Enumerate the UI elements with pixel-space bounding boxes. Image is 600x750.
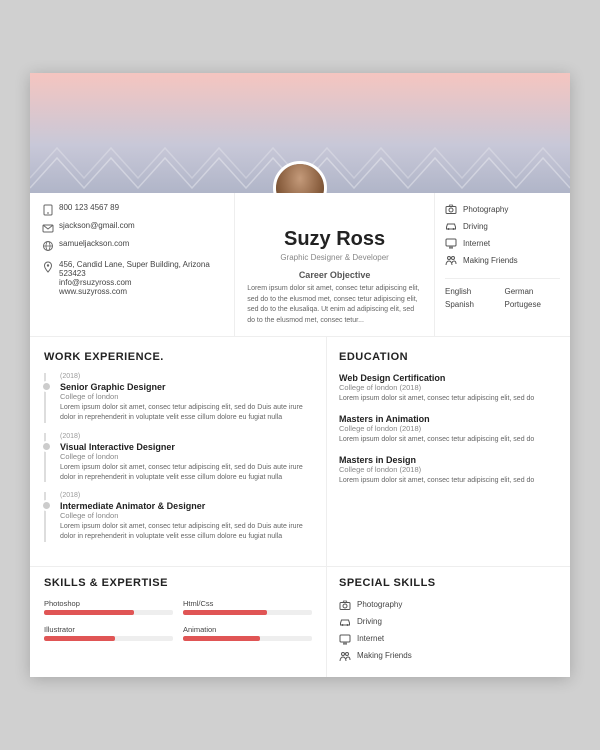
work-title: Senior Graphic Designer <box>60 382 312 392</box>
special-skills-heading: SPECIAL SKILLS <box>339 577 558 589</box>
special-skill-item: Photography <box>339 599 558 611</box>
car-icon <box>339 616 351 628</box>
career-heading: Career Objective <box>247 270 422 280</box>
edu-desc: Lorem ipsum dolor sit amet, consec tetur… <box>339 394 558 404</box>
edu-item: Masters in Animation College of london (… <box>339 414 558 445</box>
edu-desc: Lorem ipsum dolor sit amet, consec tetur… <box>339 435 558 445</box>
skill-item: Illustrator <box>44 625 173 641</box>
skills-section: SKILLS & EXPERTISE Photoshop Html/Css Il… <box>30 566 327 677</box>
work-title: Intermediate Animator & Designer <box>60 501 312 511</box>
camera-icon <box>445 203 457 215</box>
monitor-icon <box>339 633 351 645</box>
skill-bar-bg <box>44 610 173 615</box>
people-icon <box>339 650 351 662</box>
skill-bar-fill <box>44 636 115 641</box>
career-objective: Career Objective Lorem ipsum dolor sit a… <box>247 270 422 326</box>
language-item: English <box>445 287 501 296</box>
skill-item: Html/Css <box>183 599 312 615</box>
work-company: College of london <box>60 452 312 461</box>
center-column: Suzy Ross Graphic Designer & Developer C… <box>235 193 435 336</box>
work-desc: Lorem ipsum dolor sit amet, consec tetur… <box>60 522 312 542</box>
person-name: Suzy Ross <box>247 228 422 251</box>
globe-icon <box>42 240 54 252</box>
skills-heading: SKILLS & EXPERTISE <box>44 577 312 589</box>
edu-item: Web Design Certification College of lond… <box>339 373 558 404</box>
work-year: (2018) <box>60 433 312 440</box>
edu-title: Web Design Certification <box>339 373 558 383</box>
languages-section: EnglishGermanSpanishPortugese <box>445 278 560 309</box>
special-skill-item: Driving <box>339 616 558 628</box>
work-item: (2018) Visual Interactive Designer Colle… <box>44 433 312 483</box>
language-item: Spanish <box>445 300 501 309</box>
skill-label: Animation <box>183 625 312 634</box>
contact-email: sjackson@gmail.com <box>42 221 222 234</box>
special-skills-section: SPECIAL SKILLS Photography Driving Interne… <box>327 566 570 677</box>
car-icon <box>445 220 457 232</box>
skill-bar-fill <box>44 610 134 615</box>
edu-school: College of london (2018) <box>339 465 558 474</box>
skill-label: Photoshop <box>44 599 173 608</box>
skill-bar-fill <box>183 610 267 615</box>
work-year: (2018) <box>60 492 312 499</box>
resume-header <box>30 73 570 193</box>
edu-heading: EDUCATION <box>339 351 558 363</box>
edu-item: Masters in Design College of london (201… <box>339 455 558 486</box>
edu-school: College of london (2018) <box>339 424 558 433</box>
education-section: EDUCATION Web Design Certification Colle… <box>327 337 570 566</box>
top-body: 800 123 4567 89 sjackson@gmail.com samue… <box>30 193 570 337</box>
location-icon <box>42 261 54 273</box>
skill-bar-bg <box>44 636 173 641</box>
skill-bar-bg <box>183 610 312 615</box>
work-title: Visual Interactive Designer <box>60 442 312 452</box>
language-item: Portugese <box>504 300 560 309</box>
hobby-item: Making Friends <box>445 254 560 266</box>
skill-item: Photoshop <box>44 599 173 615</box>
work-item: (2018) Senior Graphic Designer College o… <box>44 373 312 423</box>
people-icon <box>445 254 457 266</box>
name-section: Suzy Ross Graphic Designer & Developer <box>247 228 422 262</box>
special-skill-item: Internet <box>339 633 558 645</box>
skill-label: Html/Css <box>183 599 312 608</box>
skill-item: Animation <box>183 625 312 641</box>
skill-bar-fill <box>183 636 260 641</box>
hobby-item: Internet <box>445 237 560 249</box>
skill-bar-bg <box>183 636 312 641</box>
contact-address: 456, Candid Lane, Super Building, Arizon… <box>42 260 222 296</box>
monitor-icon <box>445 237 457 249</box>
resume-container: 800 123 4567 89 sjackson@gmail.com samue… <box>30 73 570 677</box>
edu-title: Masters in Animation <box>339 414 558 424</box>
career-text: Lorem ipsum dolor sit amet, consec tetur… <box>247 284 422 326</box>
special-skill-item: Making Friends <box>339 650 558 662</box>
work-desc: Lorem ipsum dolor sit amet, consec tetur… <box>60 463 312 483</box>
work-experience-section: WORK EXPERIENCE. (2018) Senior Graphic D… <box>30 337 327 566</box>
bottom-row: SKILLS & EXPERTISE Photoshop Html/Css Il… <box>30 566 570 677</box>
contact-phone: 800 123 4567 89 <box>42 203 222 216</box>
hobby-item: Photography <box>445 203 560 215</box>
email-icon <box>42 222 54 234</box>
edu-title: Masters in Design <box>339 455 558 465</box>
contact-section: 800 123 4567 89 sjackson@gmail.com samue… <box>30 193 235 336</box>
camera-icon <box>339 599 351 611</box>
work-heading: WORK EXPERIENCE. <box>44 351 312 363</box>
right-column: Photography Driving Internet Making Friends… <box>435 193 570 336</box>
contact-website: samueljackson.com <box>42 239 222 252</box>
phone-icon <box>42 204 54 216</box>
edu-school: College of london (2018) <box>339 383 558 392</box>
work-company: College of london <box>60 392 312 401</box>
person-title: Graphic Designer & Developer <box>247 253 422 262</box>
hobbies-section: Photography Driving Internet Making Friends <box>445 203 560 266</box>
hobby-item: Driving <box>445 220 560 232</box>
skill-label: Illustrator <box>44 625 173 634</box>
edu-desc: Lorem ipsum dolor sit amet, consec tetur… <box>339 476 558 486</box>
avatar-image <box>276 164 324 193</box>
work-company: College of london <box>60 511 312 520</box>
work-desc: Lorem ipsum dolor sit amet, consec tetur… <box>60 403 312 423</box>
work-year: (2018) <box>60 373 312 380</box>
language-item: German <box>504 287 560 296</box>
work-item: (2018) Intermediate Animator & Designer … <box>44 492 312 542</box>
main-bottom: WORK EXPERIENCE. (2018) Senior Graphic D… <box>30 337 570 566</box>
